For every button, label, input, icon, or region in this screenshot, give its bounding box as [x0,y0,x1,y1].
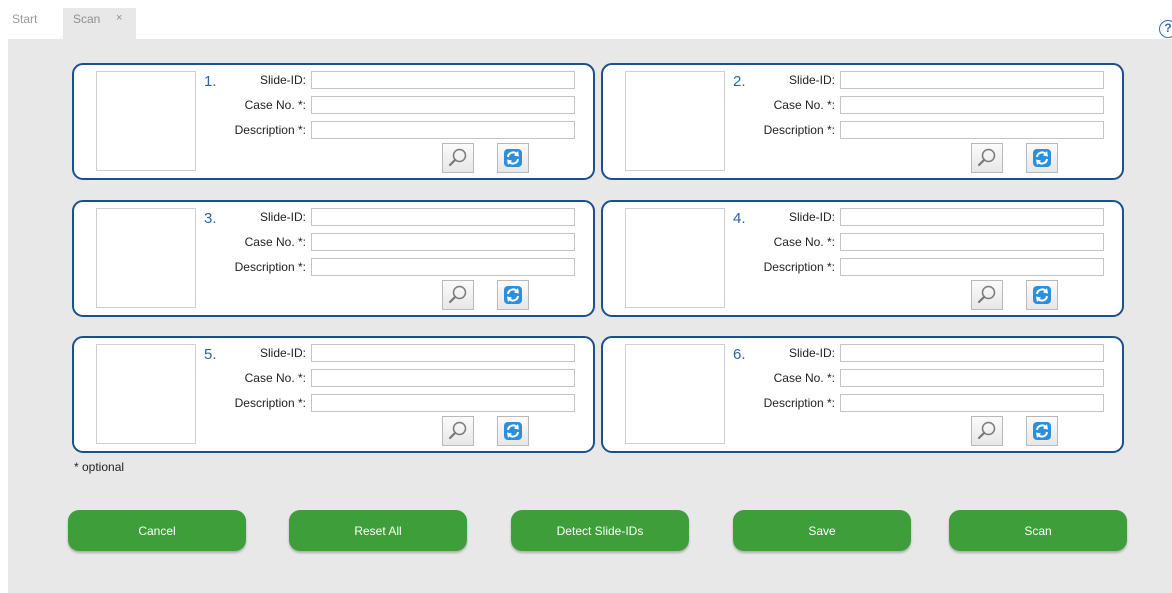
description-label: Description *: [234,260,306,274]
magnifier-icon [977,285,996,304]
slide-id-label: Slide-ID: [259,73,306,87]
case-no-label: Case No. *: [244,371,306,385]
refresh-button[interactable] [497,416,529,446]
magnifier-icon [977,421,996,440]
case-no-input[interactable] [840,233,1104,251]
slide-id-input[interactable] [311,208,575,226]
case-no-input[interactable] [840,369,1104,387]
description-input[interactable] [840,394,1104,412]
slide-id-input[interactable] [311,71,575,89]
slide-thumbnail [96,71,196,171]
magnifier-icon [448,148,467,167]
slide-id-label: Slide-ID: [259,210,306,224]
slide-slot-6: 6. Slide-ID: Case No. *: Description *: [601,336,1124,453]
refresh-icon [504,149,522,167]
refresh-icon [1033,422,1051,440]
slide-id-label: Slide-ID: [788,346,835,360]
detect-slide-ids-button[interactable]: Detect Slide-IDs [511,510,689,551]
refresh-icon [504,422,522,440]
refresh-button[interactable] [497,143,529,173]
magnifier-icon [448,285,467,304]
tab-start[interactable]: Start [12,12,37,26]
refresh-button[interactable] [1026,143,1058,173]
tab-scan[interactable]: Scan × [63,8,136,39]
search-button[interactable] [971,416,1003,446]
case-no-label: Case No. *: [244,98,306,112]
search-button[interactable] [971,280,1003,310]
case-no-input[interactable] [311,369,575,387]
slide-slot-4: 4. Slide-ID: Case No. *: Description *: [601,200,1124,317]
refresh-icon [1033,286,1051,304]
slide-id-input[interactable] [840,344,1104,362]
scan-panel: 1. Slide-ID: Case No. *: Description *: … [8,39,1172,593]
case-no-input[interactable] [840,96,1104,114]
tab-scan-label: Scan [73,12,101,26]
search-button[interactable] [442,280,474,310]
slide-slot-3: 3. Slide-ID: Case No. *: Description *: [72,200,595,317]
save-button[interactable]: Save [733,510,911,551]
slide-slot-1: 1. Slide-ID: Case No. *: Description *: [72,63,595,180]
refresh-button[interactable] [1026,416,1058,446]
slide-id-label: Slide-ID: [788,73,835,87]
close-icon[interactable]: × [116,12,122,24]
search-button[interactable] [442,143,474,173]
description-input[interactable] [311,394,575,412]
refresh-button[interactable] [1026,280,1058,310]
slide-id-input[interactable] [311,344,575,362]
case-no-label: Case No. *: [773,98,835,112]
description-label: Description *: [763,260,835,274]
slide-thumbnail [96,344,196,444]
description-input[interactable] [311,258,575,276]
description-input[interactable] [840,258,1104,276]
description-label: Description *: [763,123,835,137]
slide-thumbnail [625,71,725,171]
scan-button[interactable]: Scan [949,510,1127,551]
refresh-icon [1033,149,1051,167]
slide-thumbnail [625,208,725,308]
refresh-button[interactable] [497,280,529,310]
refresh-icon [504,286,522,304]
description-label: Description *: [763,396,835,410]
slide-slot-2: 2. Slide-ID: Case No. *: Description *: [601,63,1124,180]
slide-id-label: Slide-ID: [259,346,306,360]
case-no-label: Case No. *: [773,371,835,385]
case-no-input[interactable] [311,233,575,251]
cancel-button[interactable]: Cancel [68,510,246,551]
slide-thumbnail [625,344,725,444]
slide-id-input[interactable] [840,208,1104,226]
description-input[interactable] [840,121,1104,139]
slide-thumbnail [96,208,196,308]
slide-id-label: Slide-ID: [788,210,835,224]
description-label: Description *: [234,396,306,410]
slide-id-input[interactable] [840,71,1104,89]
case-no-label: Case No. *: [773,235,835,249]
case-no-label: Case No. *: [244,235,306,249]
help-icon[interactable]: ? [1159,20,1172,38]
description-input[interactable] [311,121,575,139]
reset-all-button[interactable]: Reset All [289,510,467,551]
description-label: Description *: [234,123,306,137]
slide-slot-5: 5. Slide-ID: Case No. *: Description *: [72,336,595,453]
magnifier-icon [448,421,467,440]
case-no-input[interactable] [311,96,575,114]
optional-footnote: * optional [74,460,125,474]
search-button[interactable] [442,416,474,446]
magnifier-icon [977,148,996,167]
search-button[interactable] [971,143,1003,173]
tab-bar: Start Scan × ? [0,0,1172,39]
